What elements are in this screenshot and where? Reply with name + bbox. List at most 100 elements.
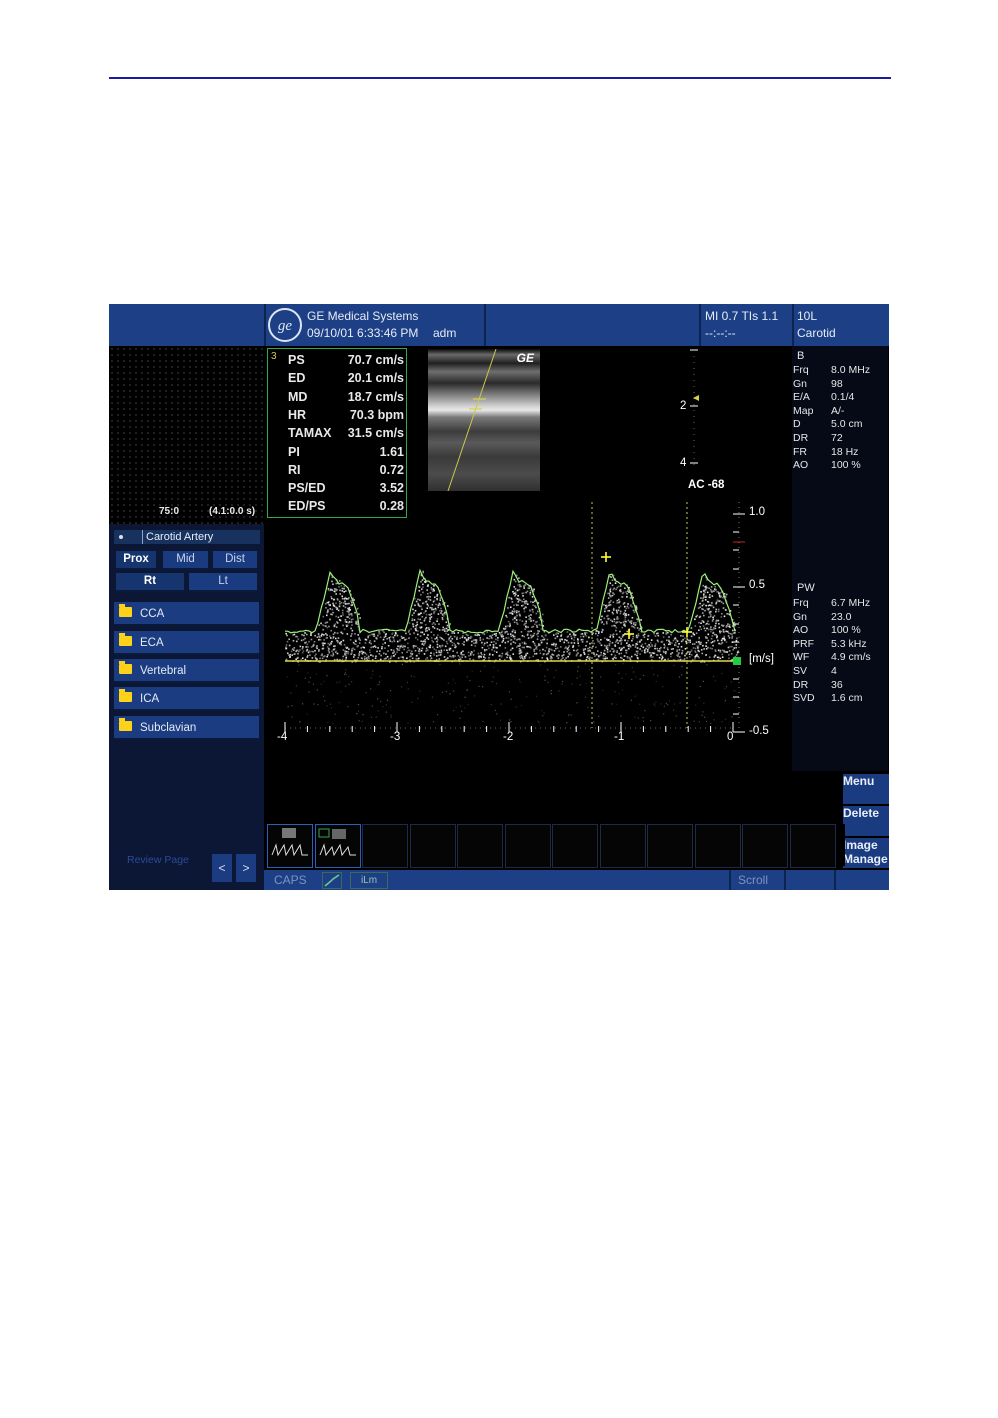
spectral-speckle	[690, 627, 693, 629]
thumbnail-slot[interactable]	[409, 824, 456, 868]
spectral-speckle	[335, 615, 337, 618]
spectral-speckle	[609, 590, 612, 593]
spectral-speckle	[443, 628, 446, 630]
spectral-speckle	[462, 635, 464, 637]
spectral-speckle	[432, 625, 434, 628]
noise-speckle	[417, 697, 419, 700]
side-rt-button[interactable]: Rt	[116, 573, 184, 592]
spectral-speckle	[615, 657, 617, 659]
spectral-speckle	[297, 656, 299, 659]
noise-speckle	[449, 693, 451, 695]
noise-speckle	[615, 664, 617, 666]
menu-button[interactable]: Menu	[843, 774, 889, 804]
folder-ica[interactable]: ICA	[114, 687, 259, 711]
thumbnail-slot[interactable]	[504, 824, 551, 868]
thumbnail-slot[interactable]	[647, 824, 693, 868]
thumbnail-slot[interactable]	[599, 824, 646, 868]
spectral-speckle	[330, 654, 332, 657]
thumbnail-slot[interactable]	[742, 824, 788, 868]
side-lt-button[interactable]: Lt	[189, 573, 257, 592]
spectral-speckle	[708, 587, 710, 590]
noise-speckle	[579, 675, 581, 677]
spectral-speckle	[519, 656, 522, 658]
spectral-speckle	[290, 650, 293, 653]
spectral-speckle	[452, 650, 454, 652]
header-bar: ge GE Medical Systems 09/10/01 6:33:46 P…	[109, 304, 889, 346]
spectral-speckle	[695, 641, 698, 643]
trace-icon[interactable]	[322, 872, 342, 889]
folder-vertebral[interactable]: Vertebral	[114, 659, 259, 683]
spectral-speckle	[732, 648, 735, 651]
spectral-speckle	[636, 652, 639, 655]
spectral-speckle	[418, 648, 421, 650]
review-page-label[interactable]: Review Page	[127, 854, 189, 866]
thumbnail-slot[interactable]	[362, 824, 408, 868]
thumbnail-slot[interactable]	[457, 824, 503, 868]
spectral-speckle	[417, 647, 419, 649]
spectral-speckle	[388, 638, 391, 641]
noise-speckle	[390, 706, 392, 708]
spectral-speckle	[440, 612, 442, 614]
spectral-speckle	[427, 634, 429, 636]
spectral-speckle	[707, 623, 710, 626]
spectral-speckle	[650, 639, 653, 641]
segment-dist-button[interactable]: Dist	[213, 551, 257, 570]
spectral-speckle	[433, 654, 436, 656]
spectral-speckle	[351, 601, 353, 604]
segment-prox-button[interactable]: Prox	[116, 551, 156, 570]
segment-mid-button[interactable]: Mid	[163, 551, 208, 570]
delete-button[interactable]: Delete	[843, 806, 889, 836]
spectral-speckle	[718, 649, 721, 652]
spectral-speckle	[510, 648, 512, 651]
spectral-speckle	[728, 632, 730, 634]
prev-page-button[interactable]: <	[212, 854, 232, 882]
spectral-speckle	[696, 653, 698, 656]
spectral-speckle	[624, 614, 627, 616]
noise-speckle	[600, 676, 602, 678]
spectral-speckle	[350, 635, 352, 637]
spectral-speckle	[441, 617, 444, 619]
spectral-speckle	[619, 612, 622, 615]
noise-speckle	[614, 691, 616, 693]
timer: --:--:--	[705, 326, 736, 340]
spectral-speckle	[415, 627, 418, 629]
spectral-speckle	[505, 637, 507, 639]
ilm-indicator[interactable]: iLm	[350, 872, 388, 889]
spectral-speckle	[384, 642, 386, 644]
spectral-speckle	[417, 598, 419, 601]
thumbnail-image[interactable]	[314, 824, 361, 868]
image-manage-button[interactable]: Image Manage	[843, 838, 889, 868]
noise-speckle	[734, 690, 736, 692]
spectral-speckle	[525, 654, 527, 657]
spectral-speckle	[429, 617, 431, 619]
spectral-speckle	[445, 640, 448, 643]
spectral-speckle	[521, 634, 524, 637]
spectral-speckle	[420, 649, 423, 652]
noise-speckle	[491, 681, 493, 683]
spectral-speckle	[328, 651, 331, 653]
spectral-speckle	[358, 613, 360, 615]
thumbnail-slot[interactable]	[789, 824, 836, 868]
spectral-speckle	[511, 601, 514, 603]
spectral-speckle	[467, 651, 470, 654]
folder-cca[interactable]: CCA	[114, 602, 259, 626]
noise-speckle	[705, 720, 708, 723]
spectral-speckle	[518, 588, 521, 591]
folder-subclavian[interactable]: Subclavian	[114, 716, 259, 740]
spectral-speckle	[403, 648, 405, 651]
thumbnail-image[interactable]	[267, 824, 313, 868]
noise-speckle	[566, 722, 568, 724]
spectral-speckle	[636, 636, 639, 639]
thumbnail-slot[interactable]	[694, 824, 741, 868]
folder-eca[interactable]: ECA	[114, 631, 259, 655]
spectral-speckle	[721, 653, 724, 656]
spectral-speckle	[351, 629, 354, 632]
spectral-speckle	[699, 602, 701, 605]
next-page-button[interactable]: >	[236, 854, 256, 882]
noise-speckle	[702, 711, 704, 713]
spectral-speckle	[717, 610, 720, 613]
spectral-speckle	[720, 630, 723, 633]
thumbnail-slot[interactable]	[552, 824, 598, 868]
spectral-speckle	[327, 610, 329, 613]
noise-speckle	[306, 713, 308, 715]
